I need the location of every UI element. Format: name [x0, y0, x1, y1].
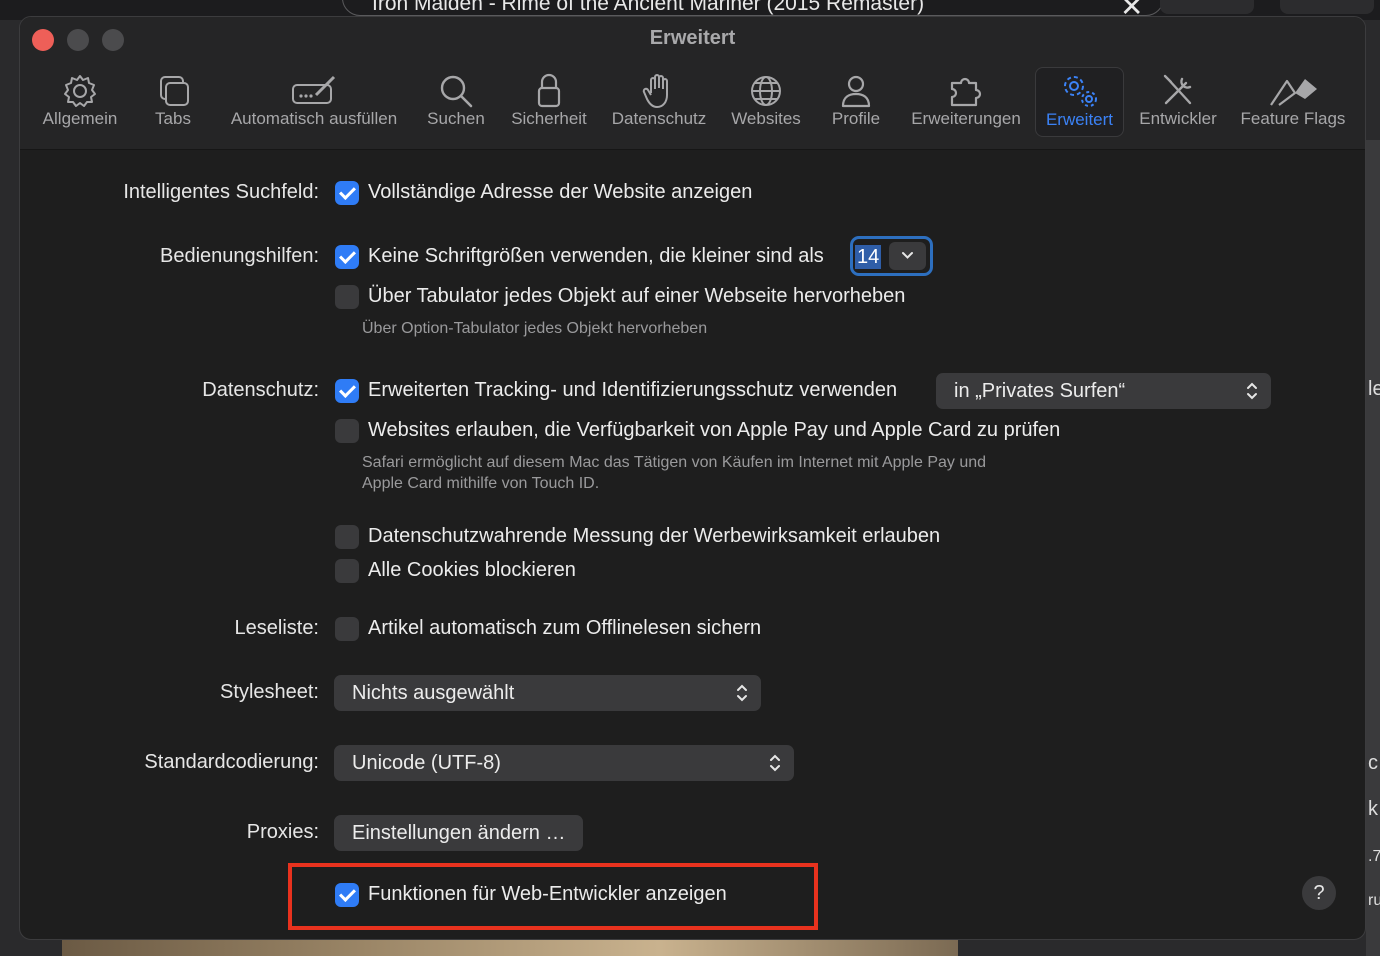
block-cookies-option: Alle Cookies blockieren — [368, 559, 576, 581]
block-cookies-checkbox[interactable] — [335, 559, 359, 583]
applepay-note-line2: Apple Card mithilfe von Touch ID. — [362, 475, 600, 492]
ad-measurement-option: Datenschutzwahrende Messung der Werbewir… — [368, 525, 941, 547]
background-text: .7 — [1368, 848, 1380, 865]
flags-icon — [1270, 79, 1317, 106]
tab-label: Feature Flags — [1240, 109, 1346, 128]
applepay-option: Websites erlauben, die Verfügbarkeit von… — [368, 419, 1061, 441]
tools-icon — [1163, 74, 1192, 105]
encoding-value: Unicode (UTF-8) — [352, 752, 501, 774]
help-button[interactable]: ? — [1302, 876, 1336, 910]
tab-highlight-note: Über Option-Tabulator jedes Objekt hervo… — [362, 320, 708, 337]
tab-label: Tabs — [155, 109, 191, 128]
reading-list-checkbox[interactable] — [335, 617, 359, 641]
tracking-protection-checkbox[interactable] — [335, 379, 359, 403]
accessibility-label: Bedienungshilfen: — [159, 245, 319, 267]
tab-profile[interactable]: Profile — [820, 67, 892, 137]
change-proxy-settings-button[interactable]: Einstellungen ändern … — [334, 815, 584, 851]
toolbar: Erweitert Allgemein Tabs Automatisch aus… — [20, 17, 1365, 150]
gears-icon — [1063, 76, 1097, 107]
chevron-down-icon — [902, 252, 913, 259]
tab-label: Allgemein — [42, 109, 118, 128]
stylesheet-label: Stylesheet: — [220, 681, 319, 703]
globe-icon — [751, 76, 781, 106]
background-text: k — [1368, 798, 1378, 820]
smart-search-option: Vollständige Adresse der Website anzeige… — [368, 181, 753, 203]
stylesheet-popup[interactable]: Nichts ausgewählt — [334, 675, 761, 711]
tab-allgemein[interactable]: Allgemein — [34, 67, 126, 137]
min-font-checkbox[interactable] — [335, 245, 359, 269]
background-text: c — [1368, 752, 1378, 774]
tab-tabs[interactable]: Tabs — [136, 67, 210, 137]
tab-suchen[interactable]: Suchen — [420, 67, 492, 137]
background-text: le — [1368, 378, 1380, 400]
search-button-background[interactable] — [1160, 0, 1254, 14]
tracking-mode-popup[interactable]: in „Privates Surfen“ — [936, 373, 1271, 409]
puzzle-icon — [950, 77, 982, 107]
tab-autofill[interactable]: Automatisch ausfüllen — [220, 67, 408, 137]
applepay-checkbox[interactable] — [335, 419, 359, 443]
encoding-label: Standardcodierung: — [144, 751, 319, 773]
tab-label: Profile — [831, 109, 881, 128]
tab-label: Entwickler — [1139, 109, 1217, 128]
ad-measurement-checkbox[interactable] — [335, 525, 359, 549]
tab-feature-flags[interactable]: Feature Flags — [1234, 67, 1352, 137]
smart-search-label: Intelligentes Suchfeld: — [123, 181, 319, 203]
smart-search-checkbox[interactable] — [335, 181, 359, 205]
min-font-size-dropdown[interactable] — [889, 242, 926, 270]
reading-list-option: Artikel automatisch zum Offlinelesen sic… — [368, 617, 762, 639]
privacy-label: Datenschutz: — [202, 379, 319, 401]
tracking-mode-value: in „Privates Surfen“ — [954, 380, 1126, 402]
tab-entwickler[interactable]: Entwickler — [1130, 67, 1226, 137]
tab-label: Websites — [731, 109, 801, 128]
min-font-size-value[interactable]: 14 — [855, 245, 882, 269]
proxies-label: Proxies: — [246, 821, 319, 843]
mic-button-background[interactable] — [1280, 0, 1374, 14]
updown-chevron-icon — [770, 754, 780, 772]
search-icon — [440, 75, 473, 108]
tab-label: Automatisch ausfüllen — [230, 109, 398, 128]
encoding-popup[interactable]: Unicode (UTF-8) — [334, 745, 794, 781]
tab-sicherheit[interactable]: Sicherheit — [504, 67, 594, 137]
lock-icon — [537, 73, 561, 108]
settings-window: Erweitert Allgemein Tabs Automatisch aus… — [19, 16, 1366, 940]
tab-label: Datenschutz — [611, 109, 707, 128]
min-font-size-combo[interactable]: 14 — [850, 236, 933, 276]
now-playing-title: Iron Maiden - Rime of the Ancient Marine… — [372, 0, 925, 15]
min-font-option: Keine Schriftgrößen verwenden, die klein… — [368, 245, 824, 267]
highlight-annotation-box — [288, 863, 818, 930]
person-icon — [841, 75, 871, 108]
tab-websites[interactable]: Websites — [726, 67, 806, 137]
window-title: Erweitert — [649, 27, 736, 49]
applepay-note-line1: Safari ermöglicht auf diesem Mac das Tät… — [362, 454, 987, 471]
gear-icon — [64, 75, 96, 107]
updown-chevron-icon — [1247, 382, 1257, 400]
tab-label: Erweiterungen — [911, 109, 1021, 128]
hand-icon — [642, 74, 668, 108]
updown-chevron-icon — [737, 684, 747, 702]
background-image-strip — [62, 940, 958, 956]
tab-label: Erweitert — [1045, 110, 1114, 129]
tab-label: Sicherheit — [511, 109, 587, 128]
background-content-strip — [1366, 140, 1380, 956]
tabs-icon — [160, 76, 189, 106]
tab-highlight-option: Über Tabulator jedes Objekt auf einer We… — [368, 285, 906, 307]
tab-highlight-checkbox[interactable] — [335, 285, 359, 309]
background-text: ru — [1368, 892, 1380, 909]
tab-erweiterungen[interactable]: Erweiterungen — [904, 67, 1028, 137]
tab-erweitert[interactable]: Erweitert — [1035, 67, 1124, 137]
reading-list-label: Leseliste: — [234, 617, 320, 639]
stylesheet-value: Nichts ausgewählt — [352, 682, 515, 704]
autofill-icon — [292, 75, 336, 104]
tracking-protection-option: Erweiterten Tracking- und Identifizierun… — [368, 379, 898, 401]
tab-label: Suchen — [427, 109, 485, 128]
tab-datenschutz[interactable]: Datenschutz — [606, 67, 712, 137]
